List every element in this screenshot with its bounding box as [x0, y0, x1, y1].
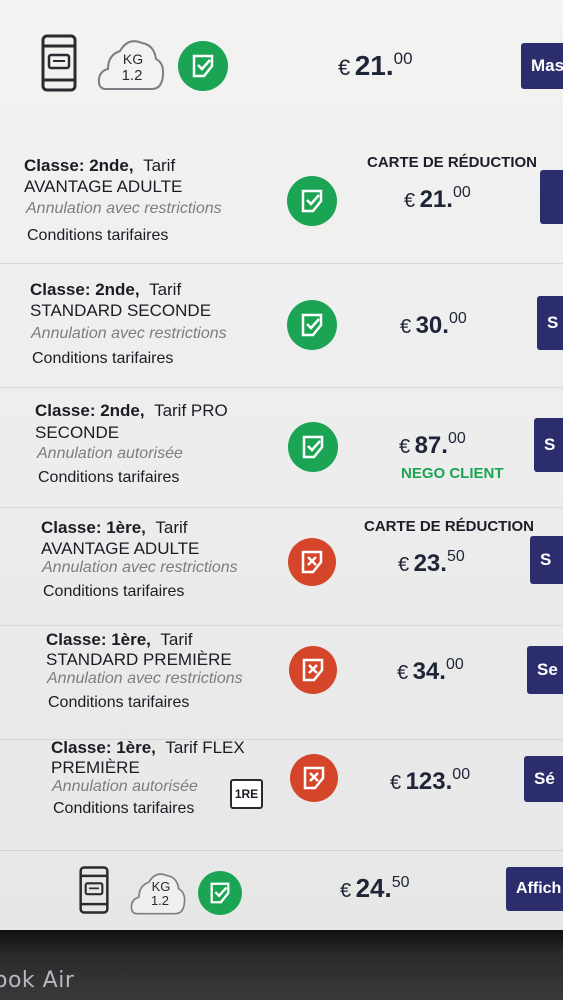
price-decimal: 00 — [447, 430, 466, 447]
summary-price: € 24.50 — [340, 873, 410, 904]
fare-conditions-link[interactable]: Conditions tarifaires — [38, 469, 179, 487]
price-integer: 123. — [405, 768, 453, 795]
fare-conditions-link[interactable]: Conditions tarifaires — [27, 227, 168, 245]
fare-row[interactable]: Classe: 2nde, Tarif STANDARD SECONDE Ann… — [0, 272, 563, 388]
cross-ticket-icon — [288, 538, 336, 586]
fare-row[interactable]: Classe: 1ère, Tarif STANDARD PREMIÈRE An… — [0, 624, 563, 740]
laptop-bezel — [0, 930, 563, 1000]
show-more-button[interactable]: Mas — [521, 43, 563, 89]
reduction-card-tag: CARTE DE RÉDUCTION — [367, 154, 538, 171]
fare-row[interactable]: Classe: 2nde, Tarif PRO SECONDE Annulati… — [0, 392, 563, 508]
fare-class: Classe: 1ère, Tarif FLEX — [51, 738, 245, 757]
currency-symbol: € — [398, 554, 410, 576]
select-fare-button[interactable]: Sé — [524, 756, 563, 802]
price-decimal: 00 — [393, 49, 413, 68]
journey-summary-top: KG 1.2 € 21.00 Mas — [0, 15, 563, 105]
price-integer: 21. — [354, 50, 394, 81]
laptop-brand-label: ook Air — [0, 968, 75, 993]
negotiated-fare-tag: NEGO CLIENT — [401, 465, 504, 482]
fare-class: Classe: 1ère, Tarif — [46, 630, 193, 649]
currency-symbol: € — [390, 772, 402, 794]
reduction-card-tag: CARTE DE RÉDUCTION — [364, 518, 535, 535]
cross-ticket-icon — [290, 754, 338, 802]
check-ticket-icon — [198, 871, 242, 915]
cancellation-policy: Annulation avec restrictions — [42, 559, 238, 576]
select-fare-button[interactable]: Se — [527, 646, 563, 694]
check-ticket-icon — [178, 41, 228, 91]
fare-class: Classe: 2nde, Tarif PRO — [35, 401, 228, 420]
check-ticket-icon — [287, 300, 337, 350]
fare-name: AVANTAGE ADULTE — [41, 539, 200, 558]
fare-class: Classe: 2nde, Tarif — [30, 280, 182, 299]
fare-price: € 21.00 — [404, 184, 471, 214]
currency-symbol: € — [404, 190, 416, 212]
price-integer: 34. — [412, 658, 446, 685]
cancellation-policy: Annulation autorisée — [52, 778, 198, 795]
cancellation-policy: Annulation avec restrictions — [26, 200, 222, 217]
price-decimal: 00 — [445, 656, 464, 673]
fare-name: SECONDE — [35, 423, 120, 442]
fare-row[interactable]: Classe: 1ère, Tarif FLEX PREMIÈRE Annula… — [0, 732, 563, 848]
fare-name: PREMIÈRE — [51, 758, 140, 777]
select-fare-button[interactable]: S — [537, 296, 563, 350]
fare-name: AVANTAGE ADULTE — [24, 177, 183, 196]
price-decimal: 50 — [446, 548, 465, 565]
cancellation-policy: Annulation avec restrictions — [47, 670, 243, 687]
price-integer: 30. — [415, 312, 449, 339]
select-fare-button[interactable] — [540, 170, 563, 224]
kg-value: 1.2 — [150, 893, 170, 908]
currency-symbol: € — [400, 316, 412, 338]
show-details-button[interactable]: Affich — [506, 867, 563, 911]
kg-value: 1.2 — [121, 67, 143, 84]
fare-row[interactable]: Classe: 2nde, Tarif AVANTAGE ADULTE Annu… — [0, 148, 563, 264]
check-ticket-icon — [287, 176, 337, 226]
currency-symbol: € — [399, 436, 411, 458]
fare-row[interactable]: Classe: 1ère, Tarif AVANTAGE ADULTE Annu… — [0, 510, 563, 626]
kg-label: KG — [151, 879, 171, 894]
fare-price: € 123.00 — [390, 766, 470, 796]
train-offers-screen: KG 1.2 € 21.00 Mas Classe: 2nde, Tarif A… — [0, 0, 563, 930]
fare-name: STANDARD PREMIÈRE — [46, 650, 232, 669]
cross-ticket-icon — [289, 646, 337, 694]
fare-conditions-link[interactable]: Conditions tarifaires — [48, 694, 189, 712]
cancellation-policy: Annulation autorisée — [37, 445, 183, 462]
currency-symbol: € — [338, 55, 351, 80]
price-decimal: 00 — [452, 184, 471, 201]
first-class-badge: 1RE — [230, 779, 263, 809]
fare-price: € 23.50 — [398, 548, 465, 578]
summary-price: € 21.00 — [338, 49, 413, 82]
divider — [0, 850, 563, 851]
price-integer: 24. — [355, 873, 392, 903]
price-integer: 87. — [414, 432, 448, 459]
currency-symbol: € — [397, 662, 409, 684]
select-fare-button[interactable]: S — [530, 536, 563, 584]
check-ticket-icon — [288, 422, 338, 472]
price-decimal: 00 — [448, 310, 467, 327]
price-decimal: 00 — [452, 766, 471, 783]
fare-conditions-link[interactable]: Conditions tarifaires — [32, 350, 173, 368]
price-decimal: 50 — [391, 874, 410, 891]
kg-label: KG — [122, 51, 144, 67]
price-integer: 21. — [419, 186, 453, 213]
smartphone-ticket-icon — [41, 34, 77, 92]
journey-summary-bottom: KG 1.2 € 24.50 Affich — [0, 855, 563, 925]
fare-conditions-link[interactable]: Conditions tarifaires — [53, 800, 194, 818]
fare-price: € 87.00 — [399, 430, 466, 460]
fare-class: Classe: 1ère, Tarif — [41, 518, 188, 537]
fare-price: € 34.00 — [397, 656, 464, 686]
cancellation-policy: Annulation avec restrictions — [31, 325, 227, 342]
fare-price: € 30.00 — [400, 310, 467, 340]
fare-name: STANDARD SECONDE — [30, 301, 212, 320]
smartphone-ticket-icon — [79, 866, 109, 914]
fare-conditions-link[interactable]: Conditions tarifaires — [43, 583, 184, 601]
select-fare-button[interactable]: S — [534, 418, 563, 472]
price-integer: 23. — [413, 550, 447, 577]
currency-symbol: € — [340, 880, 352, 902]
fare-class: Classe: 2nde, Tarif — [24, 156, 176, 175]
